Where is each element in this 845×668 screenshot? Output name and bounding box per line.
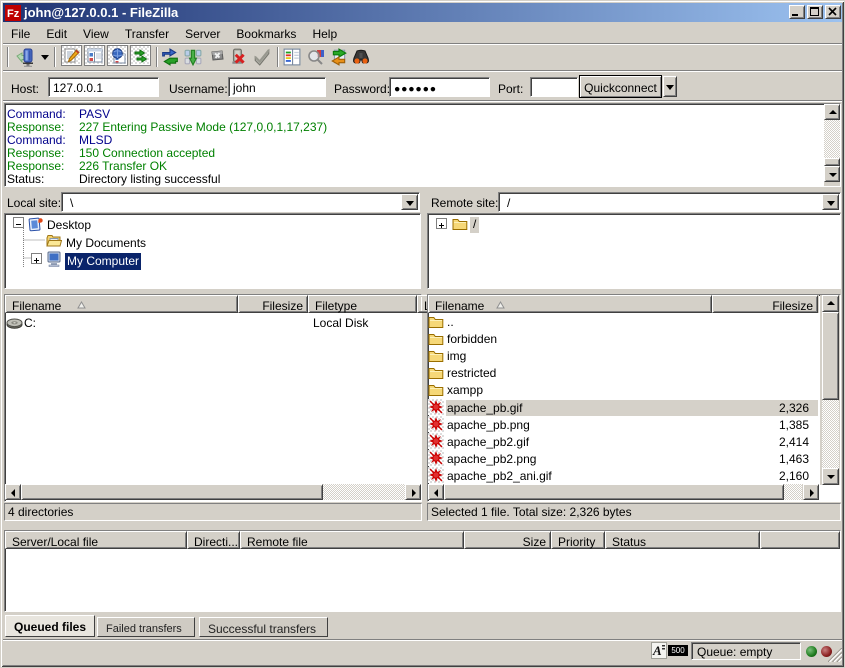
svg-text:Fz: Fz xyxy=(7,8,20,20)
svg-text:A: A xyxy=(652,643,662,658)
